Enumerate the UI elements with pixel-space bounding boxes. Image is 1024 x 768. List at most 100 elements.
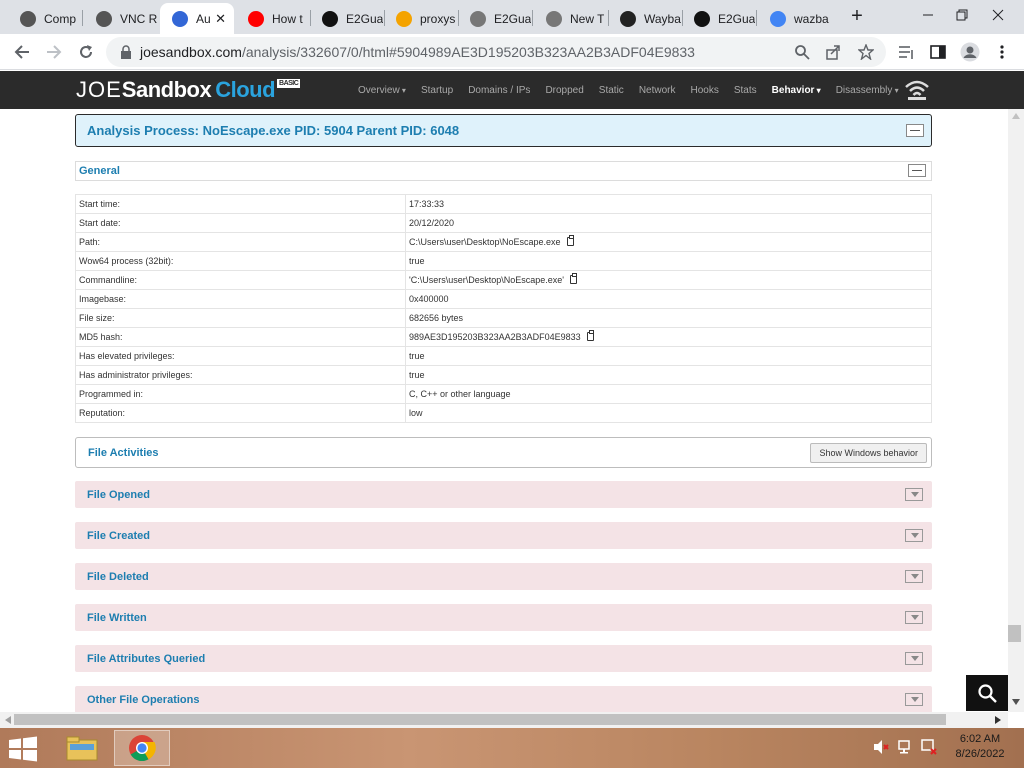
browser-tab[interactable]: Comp — [8, 3, 82, 34]
table-row: Start date: 20/12/2020 — [75, 213, 932, 233]
file-section-other-file-operations[interactable]: Other File Operations — [75, 686, 932, 712]
nav-dropped[interactable]: Dropped — [545, 85, 583, 96]
bookmark-button[interactable] — [854, 40, 878, 64]
scroll-down-arrow-icon[interactable] — [1011, 698, 1021, 706]
row-key: MD5 hash: — [75, 327, 406, 347]
row-value-cell: low — [405, 403, 932, 423]
speaker-muted-icon[interactable] — [872, 738, 890, 756]
browser-tab[interactable]: wazba — [758, 3, 832, 34]
close-tab-icon[interactable]: ✕ — [215, 11, 226, 27]
nav-label: Domains / IPs — [468, 84, 531, 96]
vertical-scroll-thumb[interactable] — [1008, 625, 1021, 642]
nav-stats[interactable]: Stats — [734, 85, 757, 96]
reload-button[interactable] — [72, 38, 100, 66]
row-value: 17:33:33 — [409, 199, 445, 209]
new-tab-button[interactable]: + — [846, 6, 868, 28]
expand-section-button[interactable] — [905, 570, 923, 583]
github-icon — [694, 10, 710, 27]
scroll-up-arrow-icon[interactable] — [1011, 112, 1021, 120]
share-button[interactable] — [821, 40, 845, 64]
vertical-scrollbar[interactable] — [1008, 109, 1024, 712]
show-windows-behavior-button[interactable]: Show Windows behavior — [810, 443, 927, 463]
tab-label: proxys — [420, 11, 456, 26]
file-section-file-deleted[interactable]: File Deleted — [75, 563, 932, 590]
zoom-search-button[interactable] — [790, 40, 814, 64]
nav-overview[interactable]: Overview ▾ — [358, 85, 406, 96]
close-window-button[interactable] — [980, 0, 1016, 30]
nav-label: Static — [598, 84, 624, 96]
nav-startup[interactable]: Startup — [421, 85, 453, 96]
nav-behavior[interactable]: Behavior ▾ — [772, 85, 821, 96]
tab-separator — [756, 10, 757, 26]
nav-hooks[interactable]: Hooks — [691, 85, 719, 96]
taskbar-clock[interactable]: 6:02 AM 8/26/2022 — [946, 732, 1014, 762]
reading-list-button[interactable] — [894, 40, 918, 64]
back-button[interactable] — [8, 38, 36, 66]
browser-tab[interactable]: E2Gua — [682, 3, 756, 34]
chrome-menu-button[interactable] — [990, 40, 1014, 64]
process-header: Analysis Process: NoEscape.exe PID: 5904… — [75, 114, 932, 147]
file-section-file-created[interactable]: File Created — [75, 522, 932, 549]
scroll-left-arrow-icon[interactable] — [4, 715, 12, 725]
forward-button[interactable] — [40, 38, 68, 66]
browser-tab[interactable]: proxys — [384, 3, 458, 34]
browser-tab[interactable]: VNC R — [84, 3, 158, 34]
section-title: File Deleted — [87, 571, 149, 583]
file-section-file-attributes-queried[interactable]: File Attributes Queried — [75, 645, 932, 672]
horizontal-scroll-thumb[interactable] — [14, 714, 946, 725]
browser-tab[interactable]: How t — [236, 3, 310, 34]
row-key: Has administrator privileges: — [75, 365, 406, 385]
profile-button[interactable] — [958, 40, 982, 64]
scroll-right-arrow-icon[interactable] — [994, 715, 1002, 725]
restore-button[interactable] — [944, 0, 980, 30]
row-value: true — [409, 256, 425, 266]
table-row: Path: C:\Users\user\Desktop\NoEscape.exe — [75, 232, 932, 252]
minimize-button[interactable] — [910, 0, 946, 30]
nav-label: Overview — [358, 84, 400, 96]
google-icon — [770, 10, 786, 27]
side-panel-button[interactable] — [926, 40, 950, 64]
nav-static[interactable]: Static — [599, 85, 624, 96]
list-icon — [899, 46, 913, 59]
clipboard-icon[interactable] — [566, 235, 574, 246]
browser-tab[interactable]: E2Gua — [458, 3, 532, 34]
taskbar-chrome[interactable] — [114, 730, 170, 766]
clipboard-icon[interactable] — [570, 273, 577, 284]
process-title: Analysis Process: NoEscape.exe PID: 5904… — [87, 123, 460, 138]
expand-section-button[interactable] — [905, 693, 923, 706]
file-section-file-written[interactable]: File Written — [75, 604, 932, 631]
address-bar[interactable]: joesandbox.com/analysis/332607/0/html#59… — [106, 37, 886, 67]
nav-disassembly[interactable]: Disassembly ▾ — [836, 85, 899, 96]
general-info-table: Start time: 17:33:33 Start date: 20/12/2020… — [75, 194, 932, 423]
browser-tab[interactable]: New T — [534, 3, 608, 34]
windows-start-icon[interactable] — [8, 736, 38, 762]
nav-network[interactable]: Network — [639, 85, 676, 96]
expand-section-button[interactable] — [905, 652, 923, 665]
chrome-icon — [470, 10, 486, 27]
browser-tab[interactable]: Wayba — [608, 3, 682, 34]
row-key: File size: — [75, 308, 406, 328]
joe-sandbox-logo[interactable]: JOE Sandbox Cloud BASIC — [76, 77, 301, 103]
tab-label: E2Gua — [718, 11, 756, 26]
taskbar-file-explorer[interactable] — [54, 730, 110, 766]
expand-section-button[interactable] — [905, 529, 923, 542]
browser-tab[interactable]: Au ✕ — [160, 3, 234, 34]
network-icon[interactable] — [897, 738, 915, 756]
action-center-icon[interactable] — [920, 738, 938, 756]
expand-section-button[interactable] — [905, 488, 923, 501]
collapse-process-button[interactable] — [906, 124, 924, 137]
minimize-icon — [923, 14, 933, 16]
clipboard-icon[interactable] — [586, 330, 594, 341]
tab-label: wazba — [794, 11, 829, 26]
row-value: 989AE3D195203B323AA2B3ADF04E9833 — [409, 332, 581, 342]
nav-label: Hooks — [690, 84, 719, 96]
floating-search-button[interactable] — [966, 675, 1008, 711]
browser-tab[interactable]: E2Gua — [310, 3, 384, 34]
caret-down-icon: ▾ — [399, 85, 406, 95]
file-section-file-opened[interactable]: File Opened — [75, 481, 932, 508]
file-activities-header: File Activities Show Windows behavior — [75, 437, 932, 468]
collapse-general-button[interactable] — [908, 164, 926, 177]
nav-domains-ips[interactable]: Domains / IPs — [468, 85, 530, 96]
wifi-icon[interactable] — [904, 79, 930, 101]
expand-section-button[interactable] — [905, 611, 923, 624]
